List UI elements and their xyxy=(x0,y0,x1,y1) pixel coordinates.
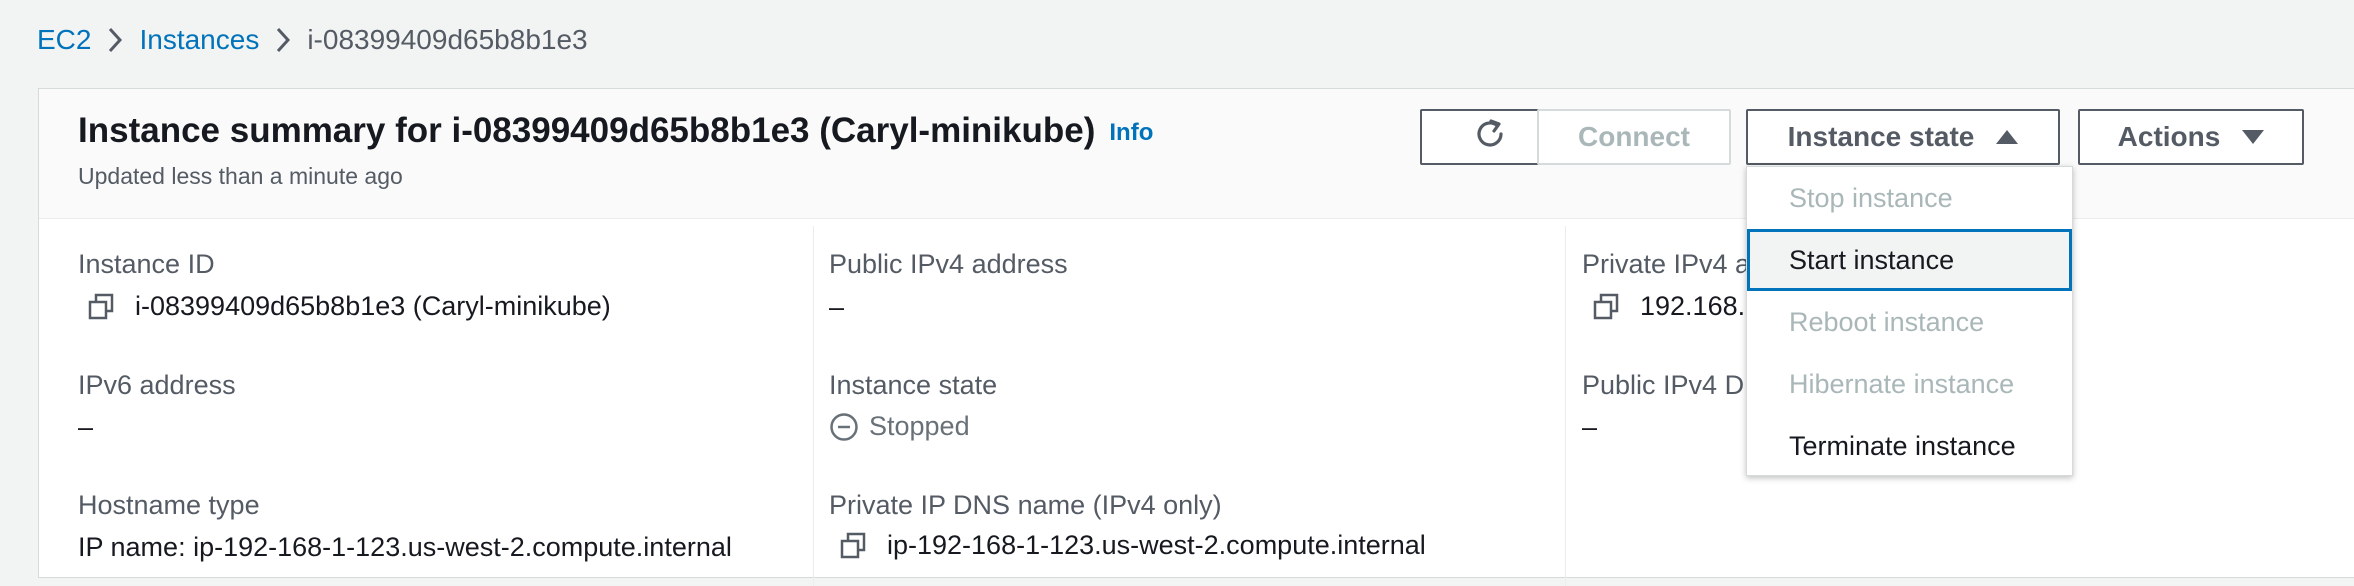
private-dns-value: ip-192-168-1-123.us-west-2.compute.inter… xyxy=(839,530,1426,561)
updated-subtitle: Updated less than a minute ago xyxy=(78,163,403,189)
hostname-type-label: Hostname type xyxy=(78,490,260,520)
public-dns-label: Public IPv4 D xyxy=(1582,370,1745,400)
instance-id-label: Instance ID xyxy=(78,249,215,279)
hostname-type-value: IP name: ip-192-168-1-123.us-west-2.comp… xyxy=(78,532,732,562)
caret-down-icon xyxy=(2242,130,2265,144)
private-ipv4-label: Private IPv4 a xyxy=(1582,249,1751,279)
caret-up-icon xyxy=(1996,130,2019,144)
public-ipv4-label: Public IPv4 address xyxy=(829,249,1068,279)
actions-button[interactable]: Actions xyxy=(2078,109,2304,165)
instance-state-menu: Stop instance Start instance Reboot inst… xyxy=(1746,166,2073,476)
menu-item-start-instance[interactable]: Start instance xyxy=(1747,229,2072,291)
breadcrumb-instances-link[interactable]: Instances xyxy=(139,24,259,56)
public-dns-value: – xyxy=(1582,412,1598,442)
copy-icon[interactable] xyxy=(1592,293,1620,321)
breadcrumb: EC2 Instances i-08399409d65b8b1e3 xyxy=(37,18,588,62)
ipv6-label: IPv6 address xyxy=(78,370,236,400)
ipv6-value: – xyxy=(78,412,94,442)
page-title: Instance summary for i-08399409d65b8b1e3… xyxy=(78,111,1153,151)
menu-item-terminate-instance[interactable]: Terminate instance xyxy=(1747,415,2072,477)
actions-button-label: Actions xyxy=(2117,121,2221,152)
column-divider xyxy=(813,226,814,586)
copy-icon[interactable] xyxy=(839,532,867,560)
private-dns-text: ip-192-168-1-123.us-west-2.compute.inter… xyxy=(887,530,1426,560)
public-ipv4-value: – xyxy=(829,292,845,322)
stopped-status-icon xyxy=(829,412,859,442)
private-ipv4-value: 192.168. xyxy=(1592,291,1745,322)
menu-item-reboot-instance[interactable]: Reboot instance xyxy=(1747,291,2072,353)
instance-state-button[interactable]: Instance state xyxy=(1746,109,2060,165)
instance-state-text: Stopped xyxy=(869,411,970,441)
private-dns-label: Private IP DNS name (IPv4 only) xyxy=(829,490,1222,520)
instance-id-value: i-08399409d65b8b1e3 (Caryl-minikube) xyxy=(87,291,611,322)
menu-item-hibernate-instance[interactable]: Hibernate instance xyxy=(1747,353,2072,415)
info-link[interactable]: Info xyxy=(1109,119,1153,146)
instance-state-label: Instance state xyxy=(829,370,998,400)
menu-item-stop-instance[interactable]: Stop instance xyxy=(1747,167,2072,229)
refresh-icon xyxy=(1472,116,1508,159)
instance-state-value: Stopped xyxy=(829,411,970,442)
instance-state-button-label: Instance state xyxy=(1787,121,1975,152)
instance-id-text: i-08399409d65b8b1e3 (Caryl-minikube) xyxy=(135,291,611,321)
private-ipv4-text: 192.168. xyxy=(1640,291,1746,321)
breadcrumb-ec2-link[interactable]: EC2 xyxy=(37,24,91,56)
column-divider xyxy=(1565,226,1566,586)
chevron-right-icon xyxy=(91,27,139,53)
copy-icon[interactable] xyxy=(87,293,115,321)
page-title-text: Instance summary for i-08399409d65b8b1e3… xyxy=(78,111,1096,150)
connect-button[interactable]: Connect xyxy=(1537,109,1731,165)
chevron-right-icon xyxy=(259,27,307,53)
breadcrumb-current: i-08399409d65b8b1e3 xyxy=(307,24,588,55)
